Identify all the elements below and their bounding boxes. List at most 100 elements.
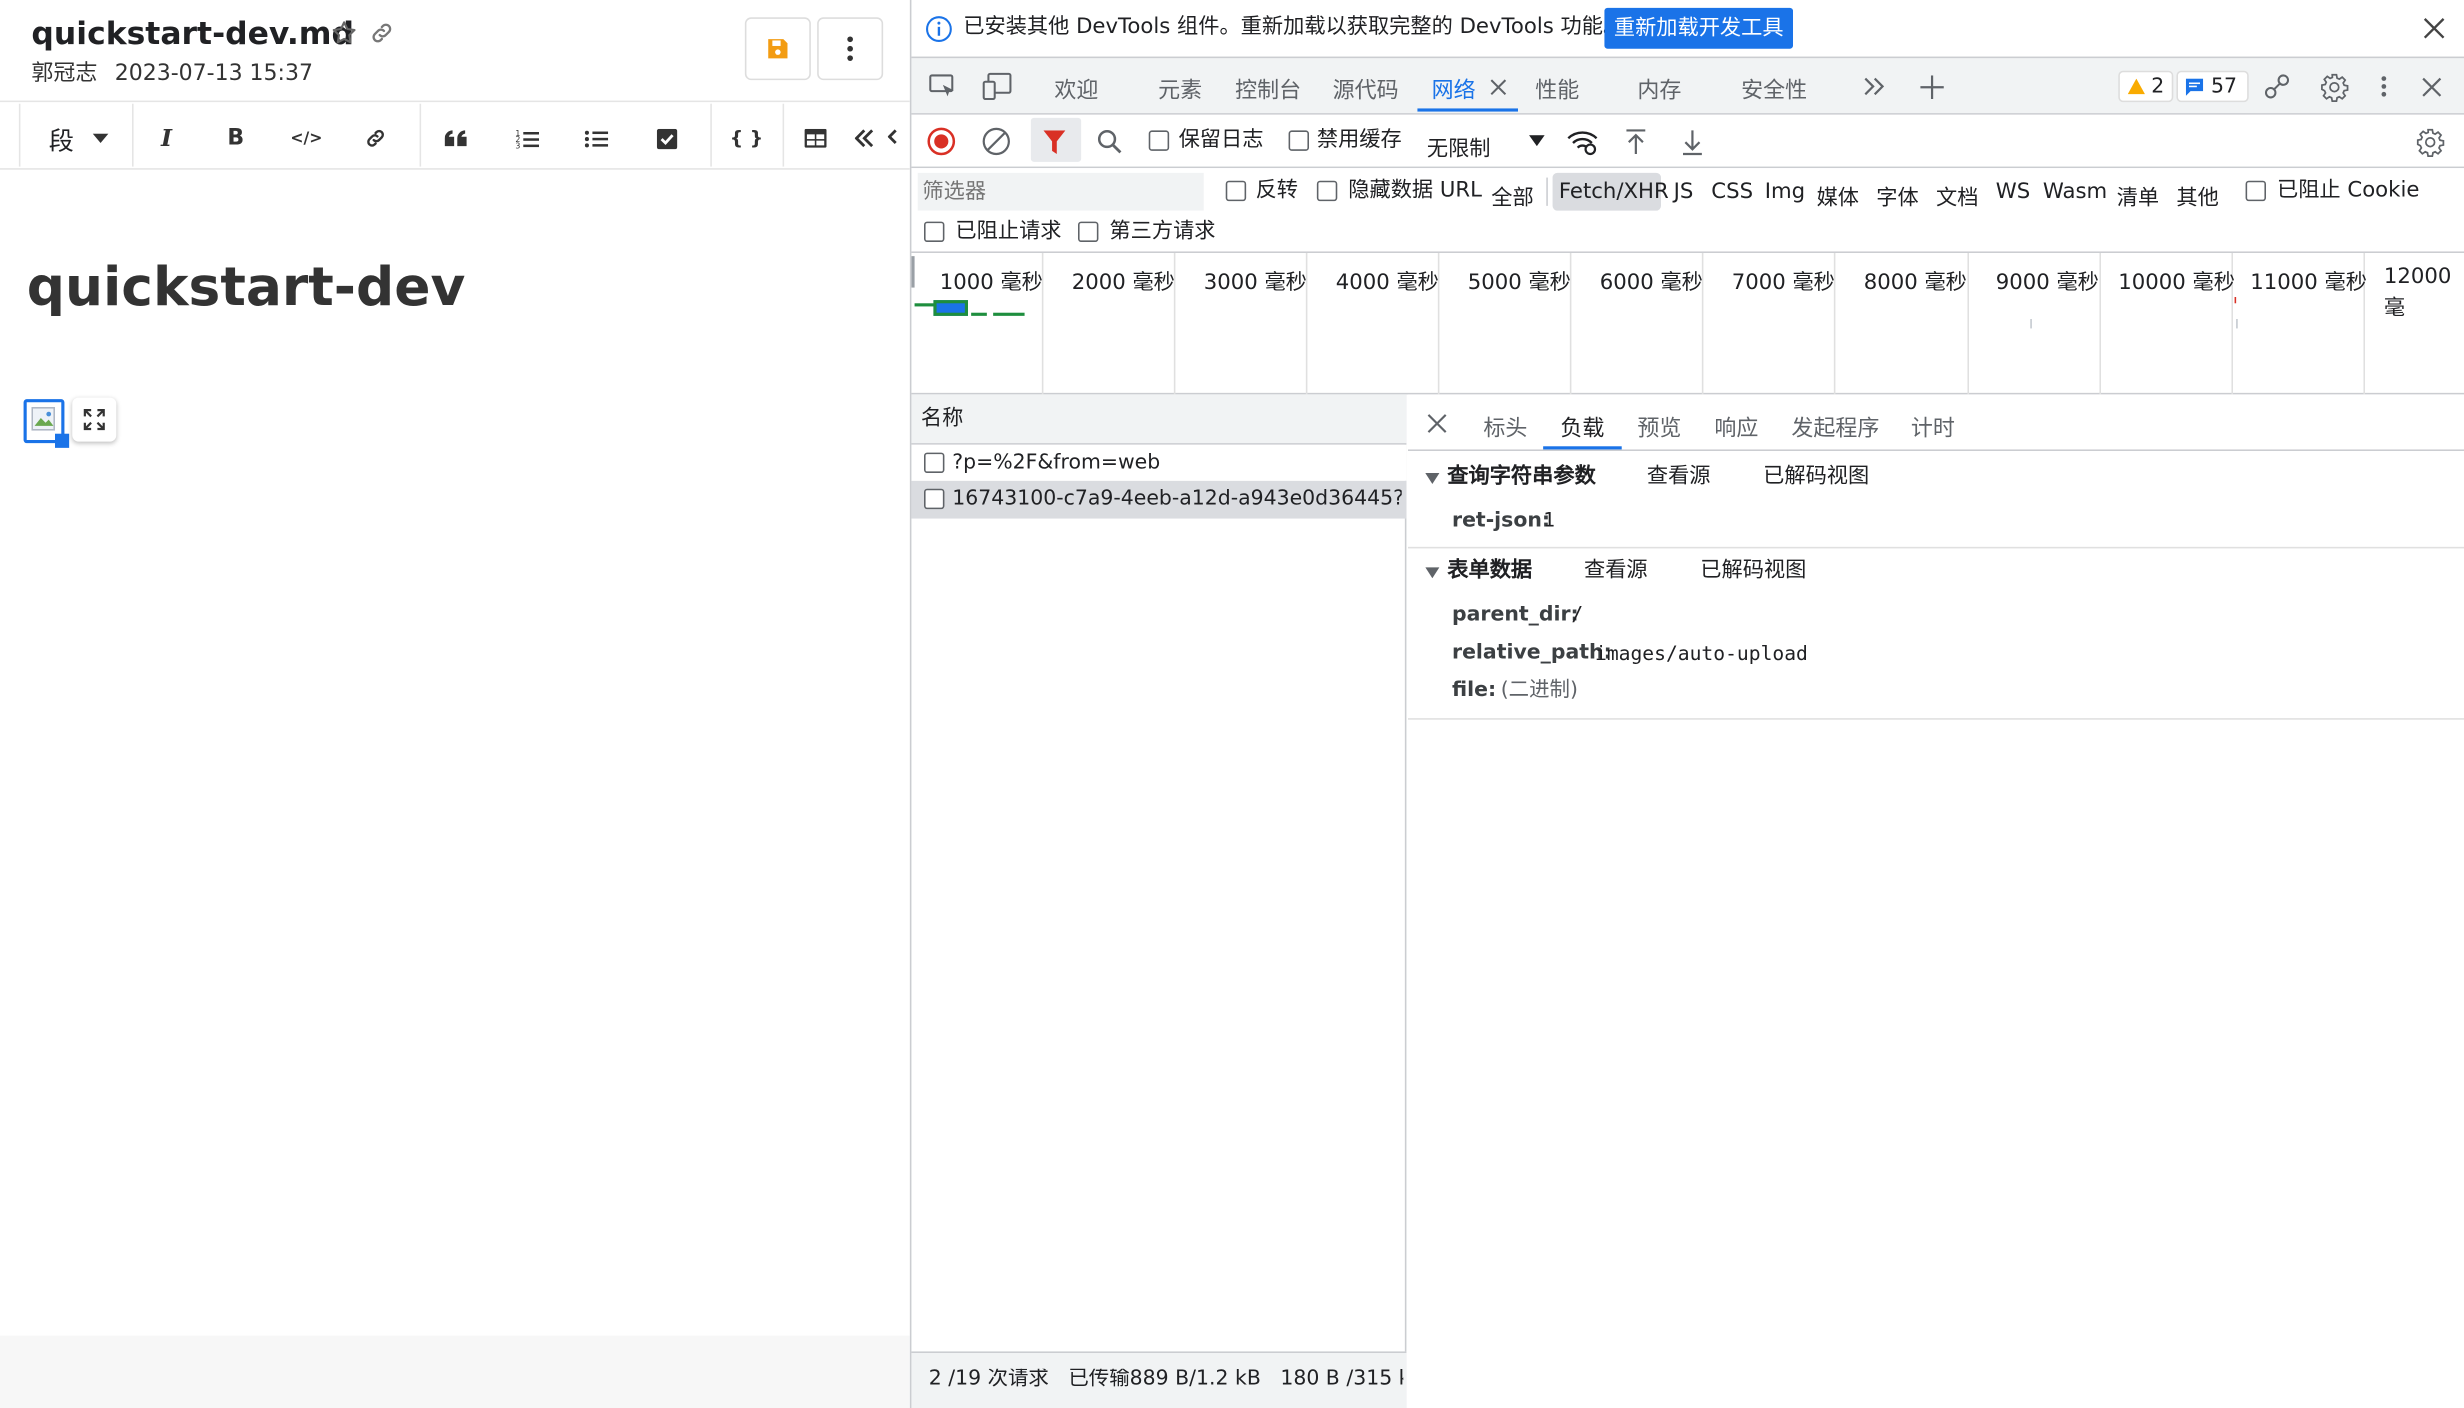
filter-type-all[interactable]: 全部 xyxy=(1491,179,1533,210)
filter-type-js[interactable]: JS xyxy=(1674,179,1694,204)
form-view-decoded-link[interactable]: 已解码视图 xyxy=(1700,560,1806,582)
ordered-list-button[interactable]: 123 xyxy=(498,113,555,163)
filter-type-fetch-xhr[interactable]: Fetch/XHR xyxy=(1559,179,1669,204)
throttling-select[interactable]: 无限制 xyxy=(1417,124,1549,162)
timeline-tick: 11000 毫秒 xyxy=(2250,270,2367,296)
form-view-source-link[interactable]: 查看源 xyxy=(1584,560,1648,582)
tab-memory[interactable]: 内存 xyxy=(1637,74,1681,105)
filter-type-css[interactable]: CSS xyxy=(1711,179,1753,204)
filter-type-font[interactable]: 字体 xyxy=(1876,179,1918,210)
close-infobar-icon[interactable] xyxy=(2420,14,2448,42)
double-chevron-left-icon xyxy=(854,129,874,148)
request-row-checkbox[interactable] xyxy=(924,452,945,474)
disable-cache-checkbox[interactable] xyxy=(1288,130,1310,151)
record-stop-icon[interactable] xyxy=(926,126,957,157)
blocked-cookies-checkbox[interactable] xyxy=(2245,180,2267,202)
third-party-checkbox[interactable] xyxy=(1078,221,1099,243)
quote-icon xyxy=(444,130,467,147)
tab-console[interactable]: 控制台 xyxy=(1235,74,1301,105)
filter-input[interactable] xyxy=(917,172,1204,211)
filter-type-manifest[interactable]: 清单 xyxy=(2117,179,2159,210)
invert-label: 反转 xyxy=(1255,177,1299,203)
customize-menu-icon[interactable] xyxy=(2373,69,2395,104)
star-icon[interactable] xyxy=(328,16,359,51)
name-column-header[interactable]: 名称 xyxy=(921,408,963,430)
image-placeholder[interactable] xyxy=(23,399,70,448)
blocked-requests-checkbox[interactable] xyxy=(924,221,945,243)
tab-timing[interactable]: 计时 xyxy=(1911,412,1955,443)
quote-button[interactable] xyxy=(427,113,484,163)
code-block-button[interactable]: { } xyxy=(718,113,775,163)
tab-preview[interactable]: 预览 xyxy=(1637,412,1681,443)
query-view-source-link[interactable]: 查看源 xyxy=(1647,466,1711,488)
warnings-badge[interactable]: 2 xyxy=(2118,70,2174,103)
throttling-value: 无限制 xyxy=(1426,136,1491,162)
query-view-decoded-link[interactable]: 已解码视图 xyxy=(1763,466,1869,488)
add-tab-icon[interactable] xyxy=(1917,72,1945,100)
device-toolbar-icon[interactable] xyxy=(981,69,1016,104)
tab-payload[interactable]: 负载 xyxy=(1560,412,1604,443)
insert-link-button[interactable] xyxy=(347,113,404,163)
filter-type-doc[interactable]: 文档 xyxy=(1936,179,1978,210)
toolbar-separator xyxy=(419,103,422,167)
bullet-list-button[interactable] xyxy=(567,113,624,163)
paragraph-dropdown[interactable]: 段 xyxy=(38,113,120,163)
more-options-button[interactable] xyxy=(817,17,884,81)
request-row-checkbox[interactable] xyxy=(924,488,945,510)
fullscreen-button[interactable] xyxy=(72,397,117,442)
messages-badge[interactable]: 57 xyxy=(2176,70,2249,103)
reload-devtools-button[interactable]: 重新加载开发工具 xyxy=(1604,7,1794,49)
tab-headers[interactable]: 标头 xyxy=(1483,412,1527,443)
expand-triangle-icon[interactable] xyxy=(1422,563,1441,582)
bold-button[interactable]: B xyxy=(207,113,264,163)
inspect-element-icon[interactable] xyxy=(926,71,961,102)
tab-welcome[interactable]: 欢迎 xyxy=(1054,74,1098,105)
tab-sources[interactable]: 源代码 xyxy=(1333,74,1399,105)
filter-type-wasm[interactable]: Wasm xyxy=(2043,179,2107,204)
close-devtools-icon[interactable] xyxy=(2415,71,2446,102)
more-tabs-icon[interactable] xyxy=(1861,72,1889,100)
document-heading: quickstart-dev xyxy=(26,256,466,320)
timeline-gridline xyxy=(2099,253,2101,395)
network-settings-icon[interactable] xyxy=(2412,124,2447,159)
italic-button[interactable]: I xyxy=(138,113,195,163)
tab-network[interactable]: 网络 xyxy=(1432,74,1476,105)
expand-icon xyxy=(83,409,105,431)
search-icon[interactable] xyxy=(1094,126,1125,157)
filter-type-img[interactable]: Img xyxy=(1765,179,1805,204)
query-params-header[interactable]: 查询字符串参数 xyxy=(1447,466,1596,488)
inline-code-button[interactable]: </> xyxy=(278,113,335,163)
filter-funnel-icon[interactable] xyxy=(1040,127,1068,155)
third-party-label: 第三方请求 xyxy=(1109,218,1216,244)
invert-checkbox[interactable] xyxy=(1225,180,1247,202)
devtools-panel: 已安装其他 DevTools 组件。重新加载以获取完整的 DevTools 功能… xyxy=(909,0,2464,1408)
clear-icon[interactable] xyxy=(981,126,1012,157)
task-list-button[interactable] xyxy=(638,113,695,163)
filter-type-ws[interactable]: WS xyxy=(1996,179,2030,204)
connect-icon[interactable] xyxy=(2260,69,2295,104)
doc-author: 郭冠志 xyxy=(31,61,98,87)
tab-performance[interactable]: 性能 xyxy=(1535,74,1579,105)
tab-security[interactable]: 安全性 xyxy=(1741,74,1807,105)
filter-type-other[interactable]: 其他 xyxy=(2176,179,2218,210)
tab-initiator[interactable]: 发起程序 xyxy=(1791,412,1879,443)
expand-triangle-icon[interactable] xyxy=(1422,468,1441,487)
close-tab-icon[interactable] xyxy=(1487,74,1509,99)
export-har-icon[interactable] xyxy=(1678,126,1706,157)
tab-response[interactable]: 响应 xyxy=(1714,412,1758,443)
timeline-request-bar xyxy=(971,312,987,316)
import-har-icon[interactable] xyxy=(1622,126,1650,157)
network-conditions-icon[interactable] xyxy=(1565,126,1600,157)
form-data-header[interactable]: 表单数据 xyxy=(1447,560,1532,582)
tab-elements[interactable]: 元素 xyxy=(1158,74,1202,105)
filter-type-media[interactable]: 媒体 xyxy=(1817,179,1859,210)
preserve-log-checkbox[interactable] xyxy=(1148,130,1170,151)
chevron-left-icon[interactable] xyxy=(885,126,901,148)
hide-data-urls-checkbox[interactable] xyxy=(1316,180,1338,202)
close-detail-icon[interactable] xyxy=(1424,410,1449,435)
resize-handle[interactable] xyxy=(55,433,70,448)
save-icon xyxy=(768,39,788,59)
settings-gear-icon[interactable] xyxy=(2316,69,2351,104)
link-icon[interactable] xyxy=(366,16,397,51)
save-button[interactable] xyxy=(744,17,811,81)
